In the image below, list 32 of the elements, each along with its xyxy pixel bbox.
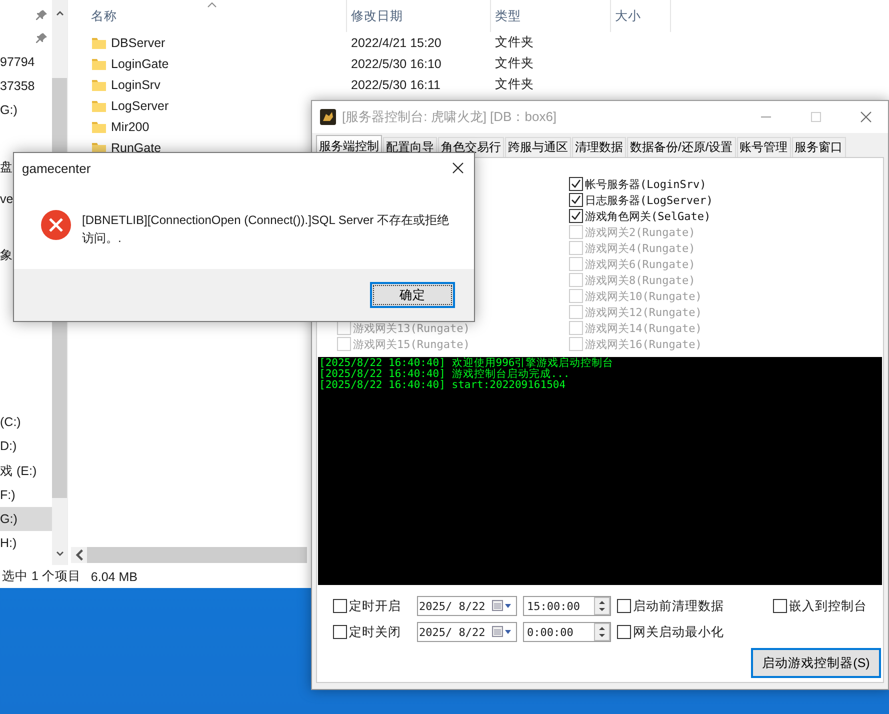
file-type: 文件夹 [495,76,534,93]
log-line: [2025/8/22 16:40:40] 欢迎使用996引擎游戏启动控制台 [319,358,615,369]
dialog-title: gamecenter [22,160,91,176]
server-label: 游戏网关8(Rungate) [585,272,696,288]
checkbox-label: 嵌入到控制台 [789,598,867,614]
server-label: 游戏角色网关(SelGate) [585,208,711,224]
modified-date: 2022/5/30 16:10 [351,56,442,70]
checkbox-label: 定时开启 [349,598,401,614]
server-label: 游戏网关10(Rungate) [585,288,702,304]
error-message: [DBNETLIB][ConnectionOpen (Connect()).]SQL Server 不存在或拒绝访问。. [82,212,450,247]
checkbox-label: 启动前清理数据 [633,598,724,614]
server-label: 日志服务器(LogServer) [585,192,713,208]
server-label: 游戏网关13(Rungate) [353,320,470,336]
file-type: 文件夹 [495,55,534,72]
server-label: 帐号服务器(LoginSrv) [585,176,706,192]
server-label: 游戏网关4(Rungate) [585,240,696,256]
file-type: 文件夹 [495,34,534,51]
checkbox-label: 定时关闭 [349,624,401,640]
size-status: 6.04 MB [90,570,138,584]
checkbox-label: 网关启动最小化 [633,624,724,640]
modified-date: 2022/5/30 16:11 [351,78,440,92]
server-label: 游戏网关2(Rungate) [585,224,696,240]
modified-date: 2022/4/21 15:20 [351,36,442,50]
server-label: 游戏网关12(Rungate) [585,304,702,320]
selection-status: 选中 1 个项目 [2,568,81,585]
log-line: [2025/8/22 16:40:40] start:202209161504 [319,380,567,391]
server-label: 游戏网关14(Rungate) [585,320,702,336]
server-label: 游戏网关16(Rungate) [585,336,702,352]
server-label: 游戏网关15(Rungate) [353,336,470,352]
window-title: [服务器控制台: 虎啸火龙] [DB：box6] [342,108,557,126]
server-label: 游戏网关6(Rungate) [585,256,696,272]
log-line: [2025/8/22 16:40:40] 游戏控制台启动完成... [319,369,571,380]
